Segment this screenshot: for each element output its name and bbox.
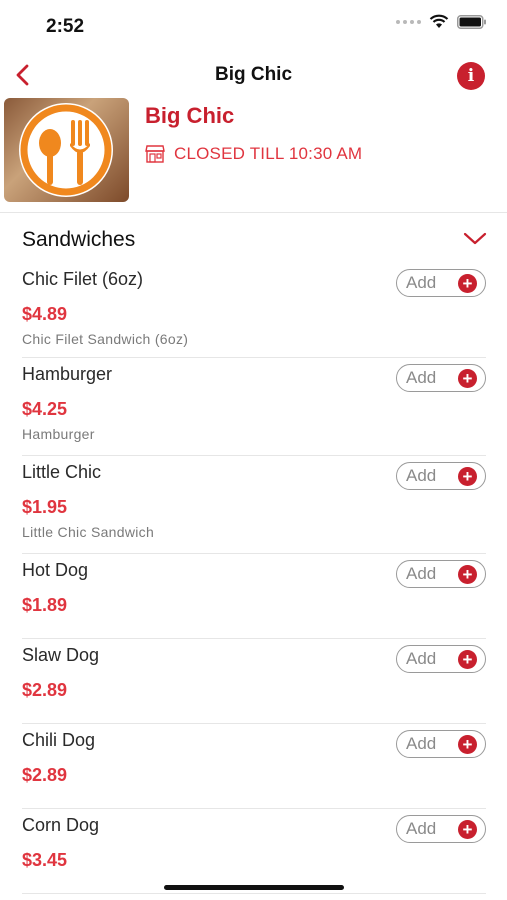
chevron-down-icon[interactable] [463,231,487,247]
plus-circle-icon: + [458,564,477,584]
status-bar: 2:52 [0,0,507,52]
plus-circle-icon: + [458,819,477,839]
restaurant-logo [4,98,129,202]
menu-item[interactable]: Chic Filet (6oz) $4.89 Chic Filet Sandwi… [22,263,486,358]
item-price: $1.95 [22,497,68,517]
item-price: $1.89 [22,595,68,615]
add-label: Add [406,649,437,668]
restaurant-header: Big Chic CLOSED TILL 10:30 AM [0,98,507,213]
add-button[interactable]: Add + [396,645,486,673]
add-label: Add [406,466,437,485]
info-icon[interactable]: i [457,62,485,90]
menu-item[interactable]: Little Chic $1.95 Little Chic Sandwich A… [22,456,486,554]
add-label: Add [406,368,437,387]
add-button[interactable]: Add + [396,730,486,758]
restaurant-name: Big Chic [145,103,235,128]
item-price: $2.89 [22,680,68,700]
item-price: $3.45 [22,850,68,870]
add-label: Add [406,273,437,292]
item-description: Little Chic Sandwich [22,524,155,540]
section-title: Sandwiches [22,228,136,251]
add-button[interactable]: Add + [396,364,486,392]
item-name: Hamburger [22,364,113,384]
item-description: Chic Filet Sandwich (6oz) [22,331,189,347]
add-label: Add [406,734,437,753]
add-button[interactable]: Add + [396,560,486,588]
item-description: Hamburger [22,426,95,442]
closed-status: CLOSED TILL 10:30 AM [145,144,362,164]
closed-status-text: CLOSED TILL 10:30 AM [174,144,363,163]
add-label: Add [406,564,437,583]
add-button[interactable]: Add + [396,815,486,843]
add-button[interactable]: Add + [396,269,486,297]
signal-icon [396,19,421,24]
section-header-sandwiches[interactable]: Sandwiches [0,213,507,263]
status-icons [396,14,487,29]
battery-icon [457,14,486,29]
item-name: Chili Dog [22,730,96,750]
item-price: $4.89 [22,304,68,324]
menu-item[interactable]: Corn Dog $3.45 Add + [22,809,486,894]
plus-circle-icon: + [458,649,477,669]
plus-circle-icon: + [458,466,477,486]
plus-circle-icon: + [458,273,477,293]
item-price: $2.89 [22,765,68,785]
item-name: Corn Dog [22,815,100,835]
nav-bar: Big Chic i [0,52,507,98]
home-indicator[interactable] [164,885,344,890]
add-label: Add [406,819,437,838]
item-name: Slaw Dog [22,645,100,665]
nav-title: Big Chic [214,64,293,85]
add-button[interactable]: Add + [396,462,486,490]
store-closed-icon [145,145,165,163]
plus-circle-icon: + [458,368,477,388]
item-price: $4.25 [22,399,68,419]
plus-circle-icon: + [458,734,477,754]
item-name: Little Chic [22,462,102,482]
status-time: 2:52 [46,16,85,37]
wifi-icon [429,14,449,28]
menu-list: Chic Filet (6oz) $4.89 Chic Filet Sandwi… [22,263,486,894]
menu-item[interactable]: Slaw Dog $2.89 Add + [22,639,486,724]
menu-item[interactable]: Hot Dog $1.89 Add + [22,554,486,639]
item-name: Hot Dog [22,560,89,580]
item-name: Chic Filet (6oz) [22,269,144,289]
menu-item[interactable]: Chili Dog $2.89 Add + [22,724,486,809]
menu-item[interactable]: Hamburger $4.25 Hamburger Add + [22,358,486,456]
